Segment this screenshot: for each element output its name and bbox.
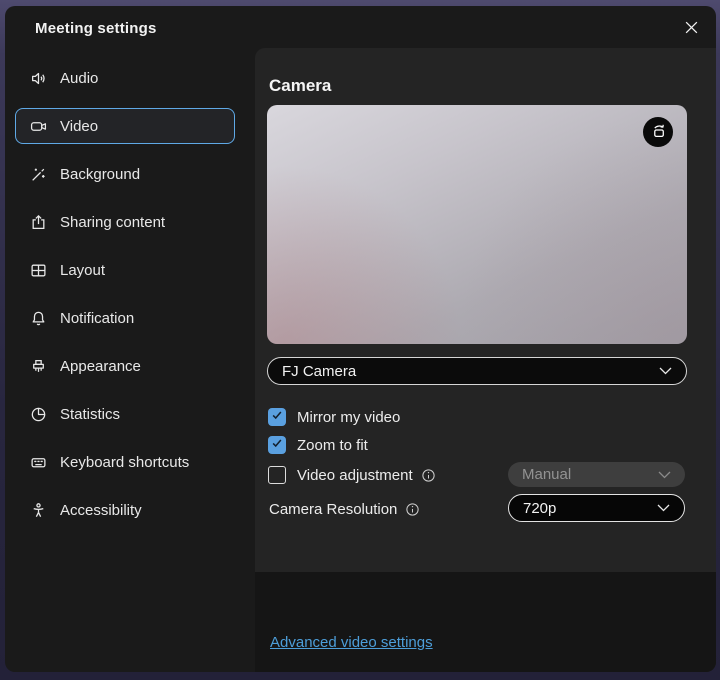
video-adjustment-checkbox[interactable]: [268, 466, 286, 484]
video-camera-icon: [30, 118, 47, 135]
sidebar-item-keyboard-shortcuts[interactable]: Keyboard shortcuts: [15, 444, 235, 480]
mirror-my-video-row: Mirror my video: [268, 407, 400, 427]
sidebar-item-label: Sharing content: [60, 214, 165, 231]
chevron-down-icon: [658, 466, 671, 484]
video-adjustment-mode-select: Manual: [508, 462, 685, 487]
camera-select[interactable]: FJ Camera: [267, 357, 687, 385]
sidebar-item-label: Appearance: [60, 358, 141, 375]
sidebar-item-label: Statistics: [60, 406, 120, 423]
zoom-to-fit-row: Zoom to fit: [268, 435, 368, 455]
sidebar-item-label: Notification: [60, 310, 134, 327]
close-icon: [684, 20, 699, 38]
video-adjustment-label: Video adjustment: [297, 467, 413, 484]
paintbrush-icon: [30, 358, 47, 375]
speaker-icon: [30, 70, 47, 87]
magic-wand-icon: [30, 166, 47, 183]
close-button[interactable]: [678, 16, 704, 42]
sidebar-item-notification[interactable]: Notification: [15, 300, 235, 336]
video-adjustment-row: Video adjustment: [268, 465, 436, 485]
info-icon[interactable]: [421, 468, 436, 483]
accessibility-icon: [30, 502, 47, 519]
meeting-settings-dialog: Meeting settings Audio Video Background: [5, 6, 716, 672]
camera-resolution-label: Camera Resolution: [269, 501, 397, 518]
sidebar-item-audio[interactable]: Audio: [15, 60, 235, 96]
checkmark-icon: [271, 408, 283, 426]
sidebar-item-background[interactable]: Background: [15, 156, 235, 192]
panel-heading: Camera: [269, 76, 331, 96]
mirror-my-video-label: Mirror my video: [297, 409, 400, 426]
sidebar-item-statistics[interactable]: Statistics: [15, 396, 235, 432]
sidebar-item-appearance[interactable]: Appearance: [15, 348, 235, 384]
sidebar-item-label: Video: [60, 118, 98, 135]
camera-resolution-row: Camera Resolution: [269, 499, 420, 519]
sidebar-item-accessibility[interactable]: Accessibility: [15, 492, 235, 528]
share-upload-icon: [30, 214, 47, 231]
sidebar-item-label: Keyboard shortcuts: [60, 454, 189, 471]
sidebar-item-label: Layout: [60, 262, 105, 279]
camera-select-value: FJ Camera: [282, 363, 356, 380]
info-icon[interactable]: [405, 502, 420, 517]
pie-chart-icon: [30, 406, 47, 423]
sidebar-item-layout[interactable]: Layout: [15, 252, 235, 288]
flip-camera-button[interactable]: [643, 117, 673, 147]
panel-footer: [255, 572, 716, 672]
camera-preview: [267, 105, 687, 344]
bell-icon: [30, 310, 47, 327]
settings-sidebar: Audio Video Background Sharing content L: [5, 54, 255, 672]
sidebar-item-label: Background: [60, 166, 140, 183]
video-adjustment-mode-value: Manual: [522, 466, 571, 483]
chevron-down-icon: [659, 362, 672, 380]
flip-camera-icon: [650, 122, 667, 142]
titlebar: Meeting settings: [5, 6, 716, 54]
sidebar-item-label: Audio: [60, 70, 98, 87]
checkmark-icon: [271, 436, 283, 454]
zoom-to-fit-label: Zoom to fit: [297, 437, 368, 454]
sidebar-item-sharing-content[interactable]: Sharing content: [15, 204, 235, 240]
keyboard-icon: [30, 454, 47, 471]
sidebar-item-label: Accessibility: [60, 502, 142, 519]
mirror-my-video-checkbox[interactable]: [268, 408, 286, 426]
dialog-title: Meeting settings: [35, 20, 157, 37]
camera-resolution-value: 720p: [523, 500, 556, 517]
camera-resolution-select[interactable]: 720p: [508, 494, 685, 522]
sidebar-item-video[interactable]: Video: [15, 108, 235, 144]
advanced-video-settings-link[interactable]: Advanced video settings: [270, 634, 433, 651]
chevron-down-icon: [657, 499, 670, 517]
layout-grid-icon: [30, 262, 47, 279]
zoom-to-fit-checkbox[interactable]: [268, 436, 286, 454]
video-settings-panel: Camera FJ Camera Mirror my video: [255, 48, 716, 672]
